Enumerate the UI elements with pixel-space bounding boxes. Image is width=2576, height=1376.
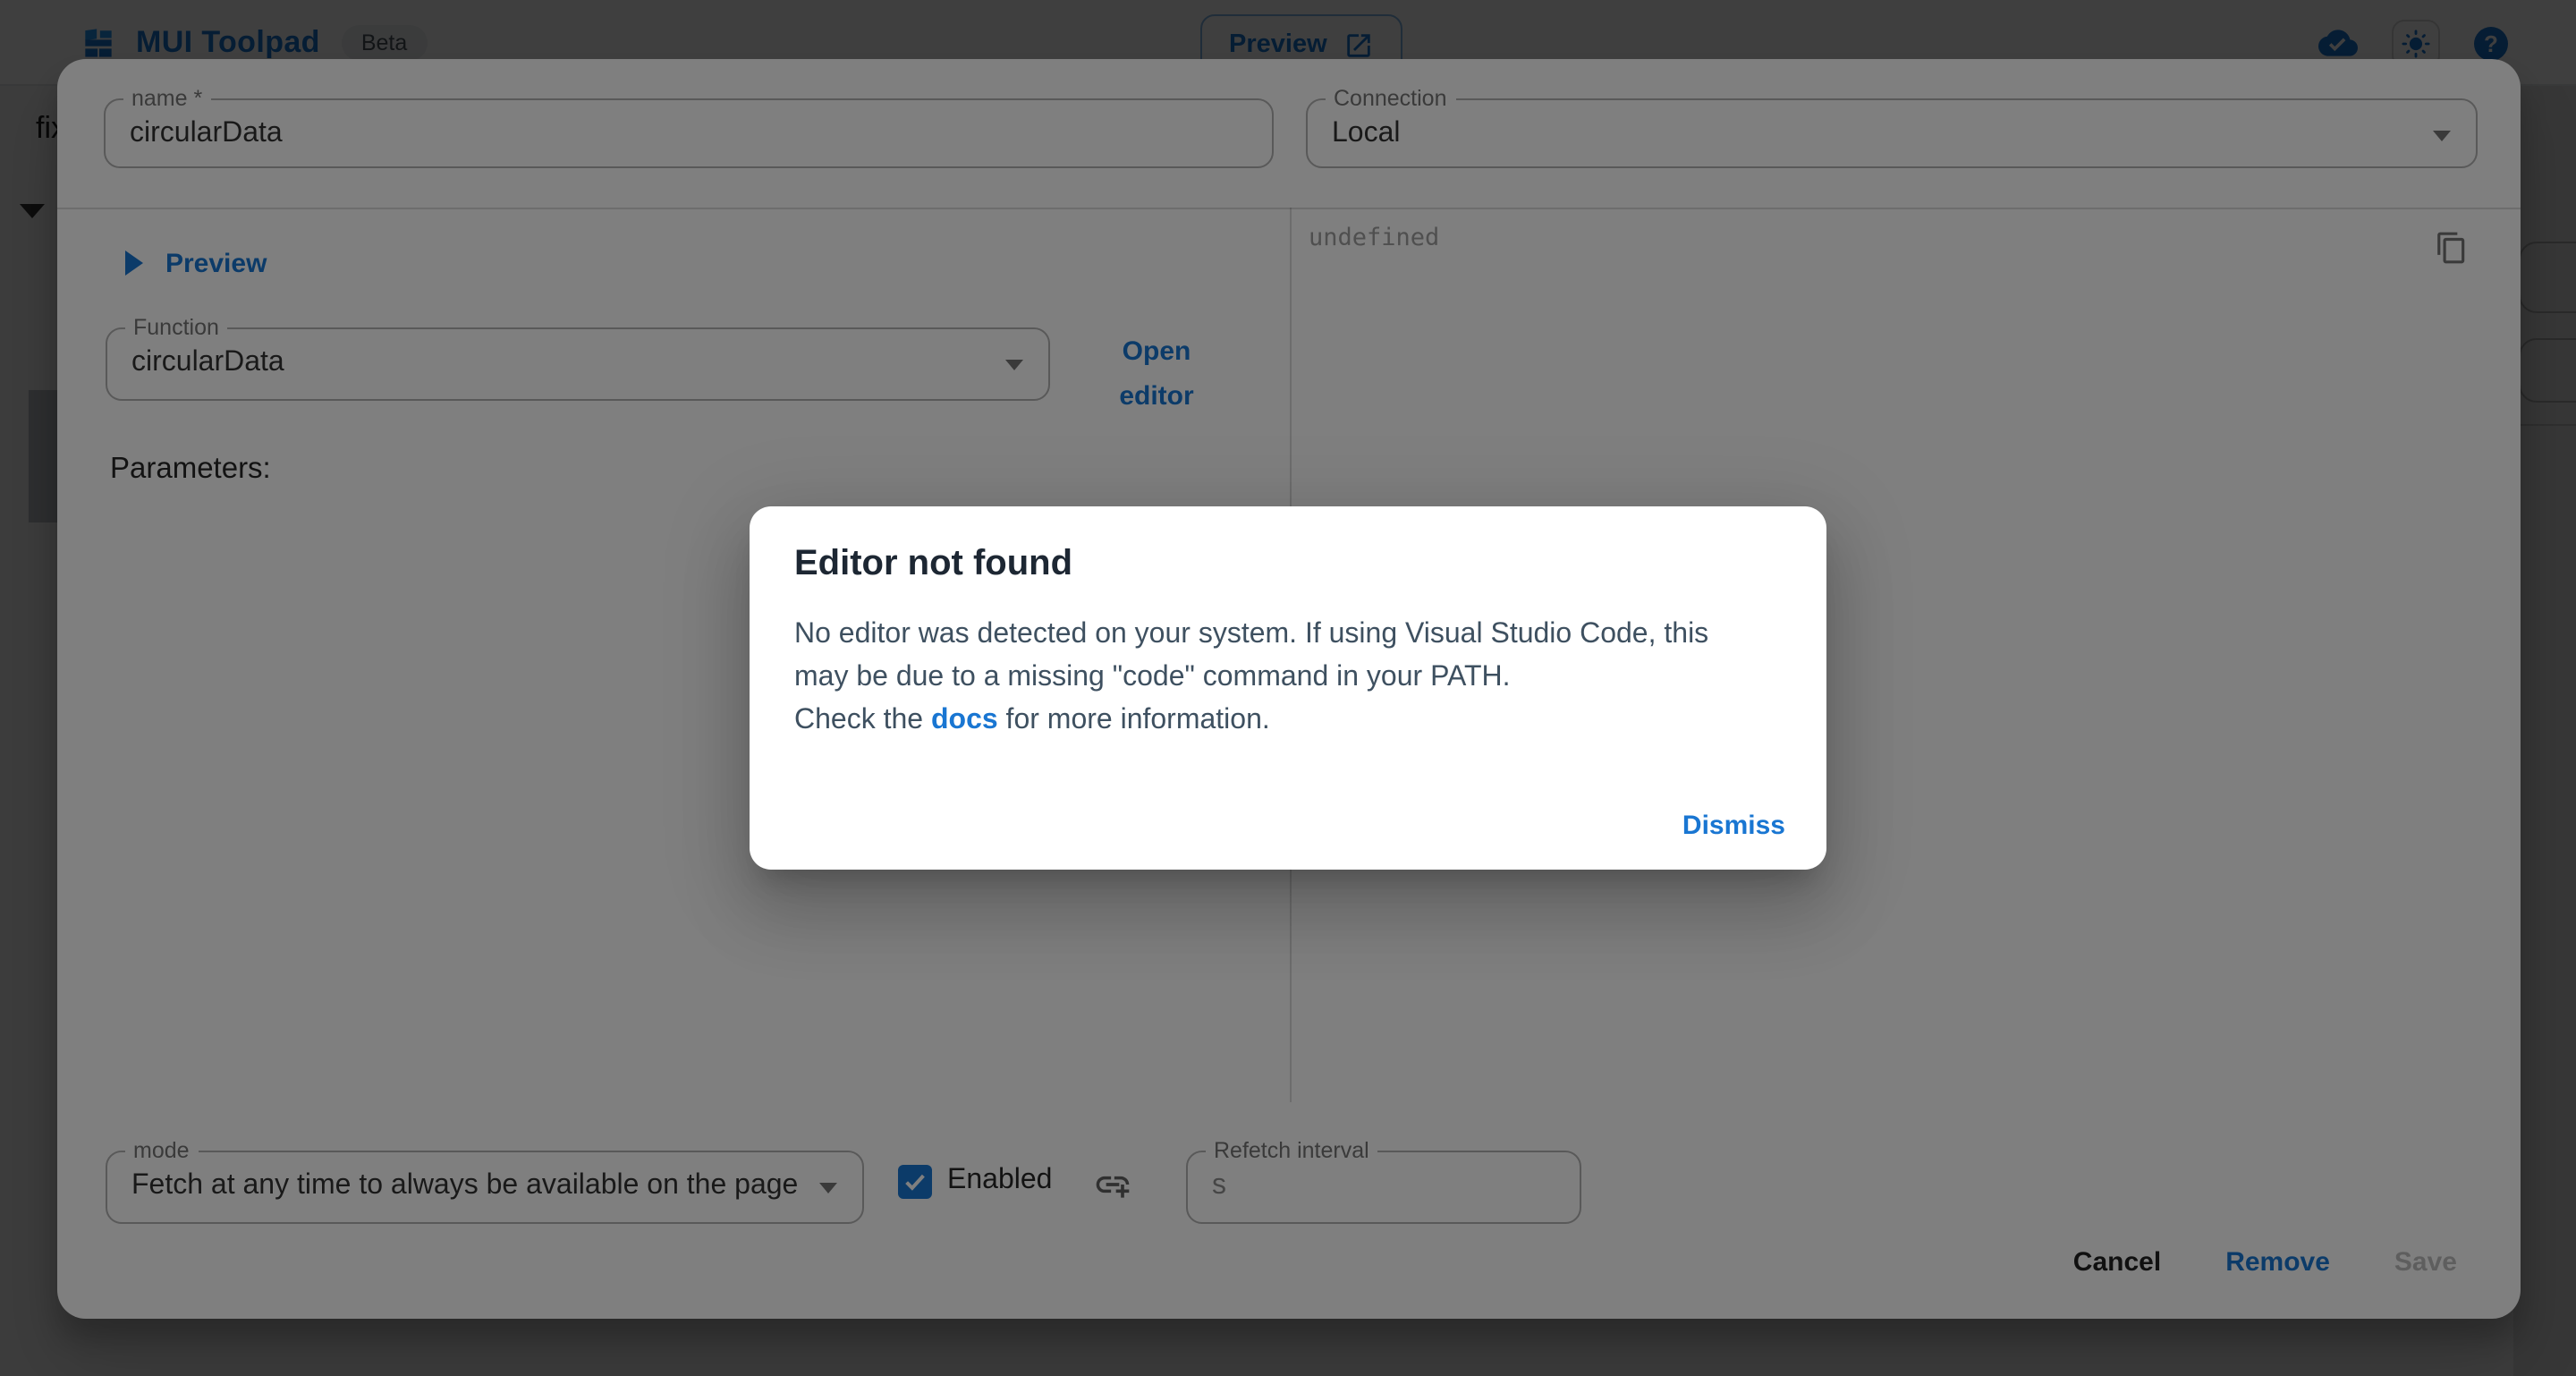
- dismiss-button[interactable]: Dismiss: [1666, 798, 1801, 854]
- dialog-body-line2: may be due to a missing "code" command i…: [794, 662, 1511, 692]
- dialog-body: No editor was detected on your system. I…: [794, 614, 1782, 743]
- dialog-body-line1: No editor was detected on your system. I…: [794, 619, 1708, 650]
- dialog-body-line3-suffix: for more information.: [998, 705, 1270, 735]
- dialog-body-line3-prefix: Check the: [794, 705, 931, 735]
- editor-not-found-dialog: Editor not found No editor was detected …: [750, 506, 1826, 870]
- screen: MUI Toolpad Beta Preview ? fix: [0, 0, 2576, 1376]
- dialog-title: Editor not found: [794, 544, 1072, 585]
- docs-link[interactable]: docs: [931, 705, 998, 735]
